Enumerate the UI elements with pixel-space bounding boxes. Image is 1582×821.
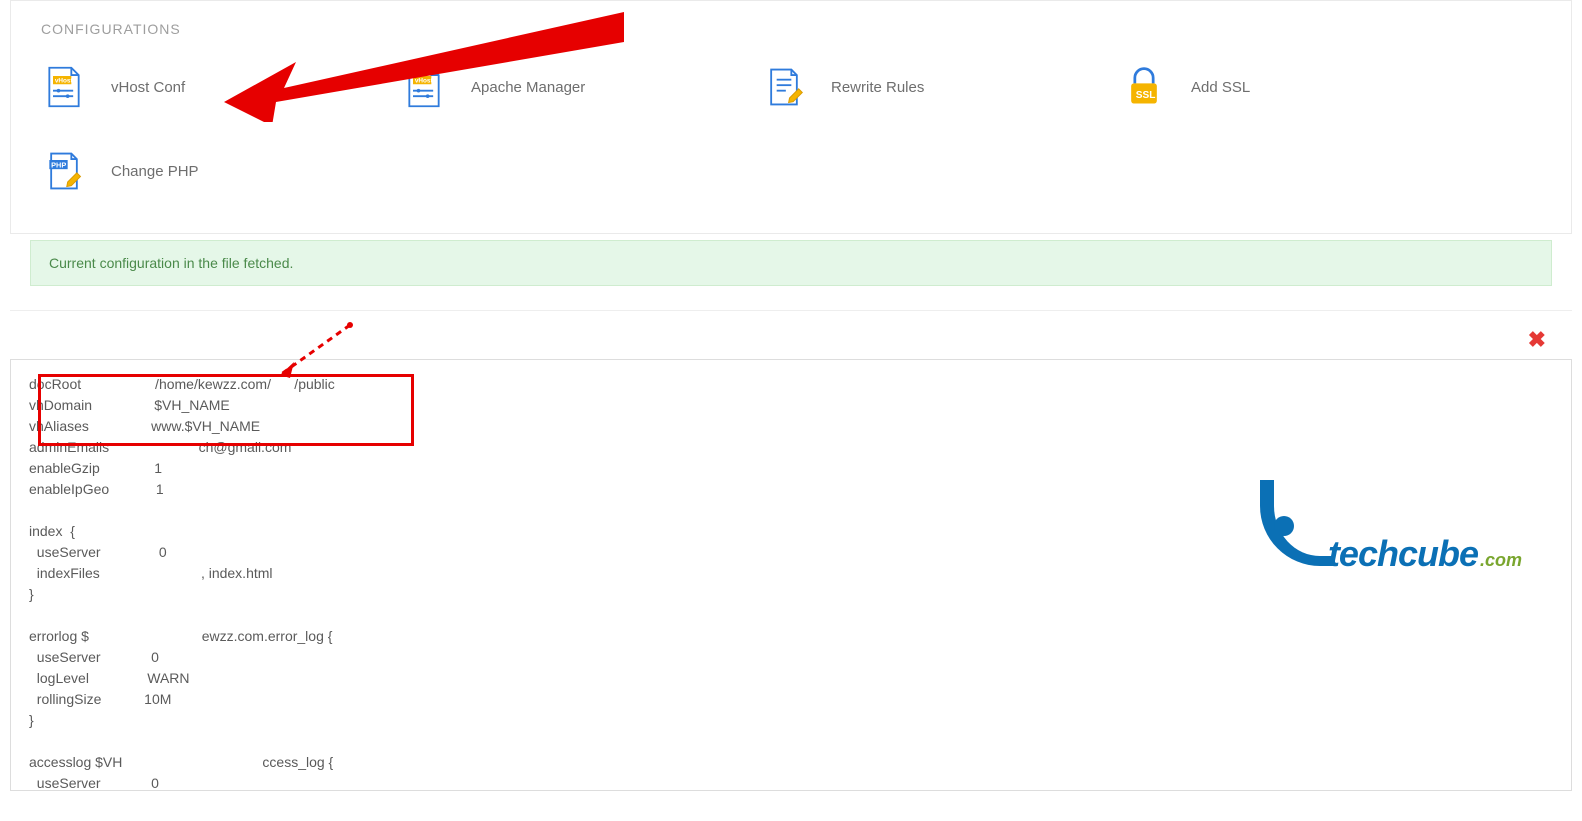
rewrite-file-icon (761, 64, 807, 110)
section-title: CONFIGURATIONS (41, 21, 1541, 37)
svg-text:vHost: vHost (55, 77, 74, 84)
tile-vhost-conf[interactable]: vHost vHost Conf (41, 59, 401, 115)
tile-label: Add SSL (1191, 79, 1250, 96)
config-editor[interactable] (11, 360, 1571, 790)
tile-change-php[interactable]: PHP Change PHP (41, 143, 401, 199)
svg-text:SSL: SSL (1136, 90, 1156, 101)
svg-text:PHP: PHP (51, 160, 66, 169)
svg-text:vHost: vHost (415, 77, 434, 84)
tile-label: vHost Conf (111, 79, 185, 96)
tile-add-ssl[interactable]: SSL Add SSL (1121, 59, 1481, 115)
configurations-panel: CONFIGURATIONS vHost vHost Conf (10, 0, 1572, 234)
tile-label: Change PHP (111, 163, 199, 180)
vhost-file-icon: vHost (41, 64, 87, 110)
close-icon[interactable]: ✖ (0, 311, 1582, 353)
tiles-row: vHost vHost Conf vHost (41, 55, 1541, 223)
tile-rewrite-rules[interactable]: Rewrite Rules (761, 59, 1121, 115)
ssl-lock-icon: SSL (1121, 64, 1167, 110)
config-editor-wrap (10, 359, 1572, 791)
tile-label: Apache Manager (471, 79, 585, 96)
vhost-file-icon: vHost (401, 64, 447, 110)
tile-apache-manager[interactable]: vHost Apache Manager (401, 59, 761, 115)
php-file-icon: PHP (41, 148, 87, 194)
success-alert: Current configuration in the file fetche… (30, 240, 1552, 286)
tile-label: Rewrite Rules (831, 79, 924, 96)
